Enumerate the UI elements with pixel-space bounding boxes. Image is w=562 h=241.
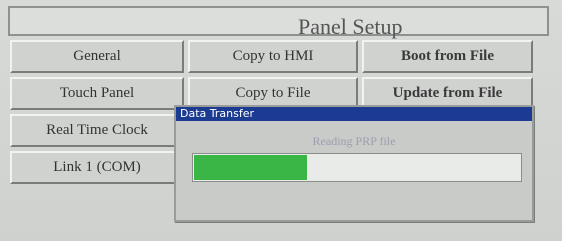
progress-bar-fill [194, 155, 307, 180]
touch-panel-button[interactable]: Touch Panel [10, 77, 184, 110]
dialog-status-message: Reading PRP file [312, 134, 396, 148]
dialog-title: Data Transfer [180, 107, 254, 120]
page-title: Panel Setup [298, 14, 403, 39]
boot-from-file-button[interactable]: Boot from File [362, 40, 533, 73]
panel-title-bar: Panel Setup [8, 6, 549, 39]
data-transfer-dialog: Data Transfer Reading PRP file [174, 105, 534, 222]
real-time-clock-button[interactable]: Real Time Clock [10, 114, 184, 147]
link1-com-button[interactable]: Link 1 (COM) [10, 151, 184, 184]
panel-setup-screen: Panel Setup General Touch Panel Real Tim… [0, 0, 562, 241]
progress-bar [192, 153, 522, 182]
copy-to-hmi-button[interactable]: Copy to HMI [188, 40, 358, 73]
general-button[interactable]: General [10, 40, 184, 73]
dialog-titlebar: Data Transfer [176, 107, 532, 121]
